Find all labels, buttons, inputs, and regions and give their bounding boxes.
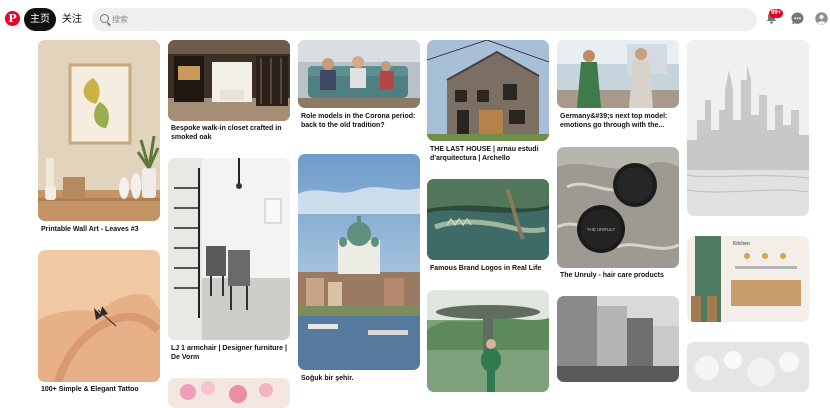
pin-caption: Germany&#39;s next top model: emotions g…: [560, 113, 668, 129]
pin-image-spheres[interactable]: [687, 342, 809, 392]
pin-image-architecture[interactable]: [557, 296, 679, 382]
nav-following-button[interactable]: 关注: [58, 8, 86, 31]
pin-caption: LJ 1 armchair | Designer furniture | De …: [171, 345, 287, 361]
pin-caption: Printable Wall Art - Leaves #3: [41, 226, 139, 233]
search-bar[interactable]: [92, 8, 757, 31]
notification-count-badge: 99+: [769, 9, 784, 18]
pin-image-armchair[interactable]: [168, 158, 290, 340]
pin-image-wall-art[interactable]: [38, 40, 160, 221]
pin-caption: Soğuk bir şehir.: [301, 375, 354, 382]
pin-image-city-sketch[interactable]: [687, 40, 809, 216]
pin-image-kitchen[interactable]: Kitchen: [687, 236, 809, 322]
pin-caption: THE LAST HOUSE | arnau estudi d'arquitec…: [430, 146, 539, 162]
messages-icon[interactable]: [791, 12, 804, 25]
pin-image-flowers[interactable]: [168, 378, 290, 408]
pin-caption: Famous Brand Logos in Real Life: [430, 265, 542, 272]
pin-caption: Bespoke walk-in closet crafted in smoked…: [171, 125, 282, 141]
pin-image-house[interactable]: [427, 40, 549, 141]
search-input[interactable]: [112, 8, 712, 31]
pin-caption: 100+ Simple & Elegant Tattoo: [41, 386, 139, 393]
top-navigation-bar: P 主页 关注 99+: [0, 0, 830, 38]
pin-image-crocodile[interactable]: [427, 179, 549, 260]
pin-image-hair-care[interactable]: THE UNRULY: [557, 147, 679, 268]
search-icon: [100, 14, 109, 23]
pin-image-helsinki[interactable]: [298, 154, 420, 370]
pin-image-closet[interactable]: [168, 40, 290, 121]
pin-caption: The Unruly - hair care products: [560, 272, 664, 279]
pinterest-logo-icon[interactable]: P: [5, 11, 20, 26]
nav-home-button[interactable]: 主页: [24, 8, 56, 31]
product-lid-label: THE UNRULY: [587, 227, 615, 232]
pin-image-family[interactable]: [298, 40, 420, 108]
pin-image-models[interactable]: [557, 40, 679, 108]
pin-image-tattoo[interactable]: [38, 250, 160, 382]
pin-caption: Role models in the Corona period: back t…: [301, 113, 416, 129]
pin-image-fountain[interactable]: [427, 290, 549, 392]
kitchen-label: Kitchen: [733, 241, 750, 247]
user-avatar-icon[interactable]: [815, 12, 828, 25]
